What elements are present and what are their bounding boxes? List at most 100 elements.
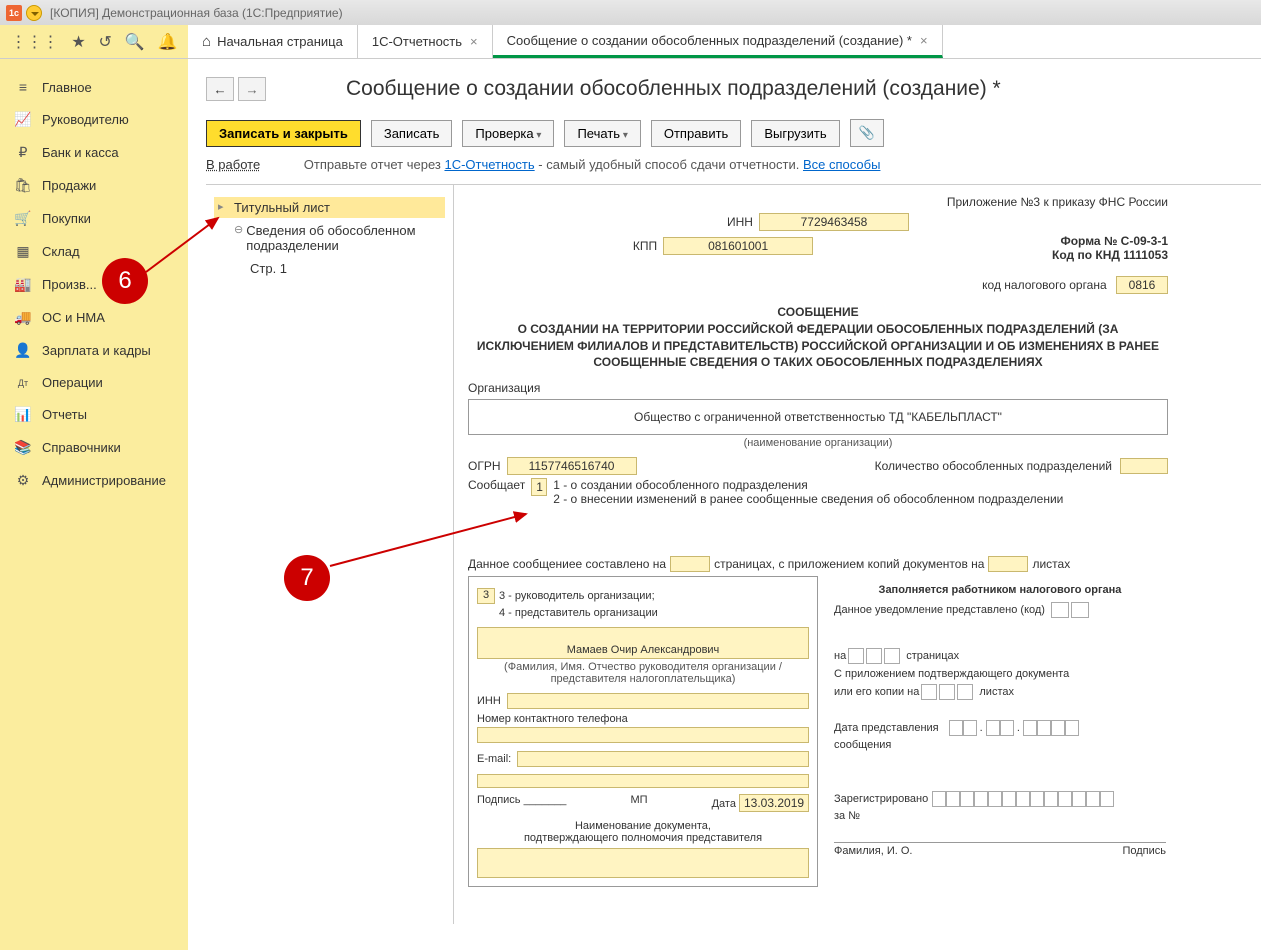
sidebar-item-production[interactable]: 🏭Произв...: [0, 268, 188, 301]
books-icon: 📚: [14, 439, 32, 456]
back-button[interactable]: ←: [206, 77, 234, 101]
bell-icon[interactable]: 🔔: [158, 32, 178, 52]
sidebar-item-manager[interactable]: 📈Руководителю: [0, 103, 188, 136]
bag-icon: 🛍: [14, 177, 32, 194]
collapse-icon[interactable]: ⊖: [234, 223, 244, 236]
soob-opt2: 2 - о внесении изменений в ранее сообщен…: [553, 492, 1063, 506]
tree-page-1[interactable]: Стр. 1: [246, 258, 445, 279]
chart-icon: 📈: [14, 111, 32, 128]
history-icon[interactable]: ↺: [99, 32, 112, 52]
work-area: ▸Титульный лист ⊖Сведения об обособленно…: [206, 184, 1261, 924]
phone-field[interactable]: [477, 727, 809, 743]
main-area: ← → Сообщение о создании обособленных по…: [188, 59, 1261, 950]
knd-code: Код по КНД 1111053: [978, 248, 1168, 262]
appendix-label: Приложение №3 к приказу ФНС России: [468, 195, 1168, 209]
menu-icon: ≡: [14, 79, 32, 95]
report-title: СООБЩЕНИЕ О СОЗДАНИИ НА ТЕРРИТОРИИ РОССИ…: [468, 304, 1168, 371]
tax-code-field[interactable]: 0816: [1116, 276, 1168, 294]
dropdown-icon[interactable]: [26, 5, 42, 21]
cart-icon: 🛒: [14, 210, 32, 227]
soob-label: Сообщает: [468, 478, 525, 492]
sidebar-item-assets[interactable]: 🚚ОС и НМА: [0, 301, 188, 334]
link-all-ways[interactable]: Все способы: [803, 157, 880, 172]
signer-block: 33 - руководитель организации; 4 - предс…: [468, 576, 818, 887]
count-field[interactable]: [1120, 458, 1168, 474]
print-button[interactable]: Печать: [564, 120, 640, 147]
search-icon[interactable]: 🔍: [125, 32, 145, 52]
ogrn-field[interactable]: 1157746516740: [507, 457, 637, 475]
tax-code-label: код налогового органа: [982, 278, 1107, 292]
app-logo-icon: 1c: [6, 5, 22, 21]
attach-button[interactable]: 📎: [850, 119, 884, 147]
pages-field[interactable]: [670, 556, 710, 572]
save-close-button[interactable]: Записать и закрыть: [206, 120, 361, 147]
inn-field[interactable]: 7729463458: [759, 213, 909, 231]
forward-button[interactable]: →: [238, 77, 266, 101]
tab-reporting[interactable]: 1С-Отчетность×: [358, 25, 493, 58]
tax-worker-block: Заполняется работником налогового органа…: [832, 576, 1168, 887]
fio-field[interactable]: Мамаев Очир Александрович: [477, 627, 809, 659]
factory-icon: 🏭: [14, 276, 32, 293]
sidebar-item-sales[interactable]: 🛍Продажи: [0, 169, 188, 202]
org-hint: (наименование организации): [468, 437, 1168, 449]
dtkt-icon: Дт: [14, 378, 32, 388]
ruble-icon: ₽: [14, 144, 32, 161]
nav-tree: ▸Титульный лист ⊖Сведения об обособленно…: [206, 185, 454, 924]
annotation-6: 6: [102, 258, 148, 304]
collapse-icon[interactable]: ▸: [218, 200, 232, 213]
sidebar-item-hr[interactable]: 👤Зарплата и кадры: [0, 334, 188, 367]
toolbar-icons: ⋮⋮⋮ ★ ↺ 🔍 🔔: [0, 25, 188, 58]
check-button[interactable]: Проверка: [462, 120, 554, 147]
form-area[interactable]: Приложение №3 к приказу ФНС России ИНН 7…: [454, 185, 1261, 924]
app-toolbar: ⋮⋮⋮ ★ ↺ 🔍 🔔 Начальная страница 1С-Отчетн…: [0, 25, 1261, 59]
org-name-field[interactable]: Общество с ограниченной ответственностью…: [468, 399, 1168, 435]
email-field[interactable]: [517, 751, 809, 767]
sidebar: ≡Главное 📈Руководителю ₽Банк и касса 🛍Пр…: [0, 59, 188, 950]
sidebar-item-warehouse[interactable]: ▦Склад: [0, 235, 188, 268]
kpp-field[interactable]: 081601001: [663, 237, 813, 255]
tabs-bar: Начальная страница 1С-Отчетность× Сообще…: [188, 25, 1261, 58]
soob-field[interactable]: 1: [531, 478, 547, 496]
close-icon[interactable]: ×: [470, 34, 478, 49]
sidebar-item-main[interactable]: ≡Главное: [0, 71, 188, 103]
status-label[interactable]: В работе: [206, 157, 260, 172]
status-line: В работе Отправьте отчет через 1С-Отчетн…: [206, 157, 1261, 172]
form-number: Форма № С-09-3-1: [978, 234, 1168, 248]
kpp-label: КПП: [633, 239, 657, 253]
close-icon[interactable]: ×: [920, 33, 928, 48]
truck-icon: 🚚: [14, 309, 32, 326]
link-1c-reporting[interactable]: 1С-Отчетность: [444, 157, 534, 172]
sidebar-item-catalogs[interactable]: 📚Справочники: [0, 431, 188, 464]
email-field-2[interactable]: [477, 774, 809, 788]
annotation-7: 7: [284, 555, 330, 601]
sidebar-item-reports[interactable]: 📊Отчеты: [0, 398, 188, 431]
export-button[interactable]: Выгрузить: [751, 120, 839, 147]
sidebar-item-operations[interactable]: ДтОперации: [0, 367, 188, 398]
bars-icon: 📊: [14, 406, 32, 423]
send-button[interactable]: Отправить: [651, 120, 741, 147]
window-title: [КОПИЯ] Демонстрационная база (1С:Предпр…: [50, 6, 343, 20]
sidebar-item-purchases[interactable]: 🛒Покупки: [0, 202, 188, 235]
ogrn-label: ОГРН: [468, 459, 501, 473]
gear-icon: ⚙: [14, 472, 32, 489]
window-titlebar: 1c [КОПИЯ] Демонстрационная база (1С:Пре…: [0, 0, 1261, 25]
tab-home[interactable]: Начальная страница: [188, 25, 358, 58]
sidebar-item-admin[interactable]: ⚙Администрирование: [0, 464, 188, 497]
doc-name-field[interactable]: [477, 848, 809, 878]
sign-date[interactable]: 13.03.2019: [739, 794, 809, 812]
signer-code[interactable]: 3: [477, 588, 495, 604]
nav-back-forward: ← →: [206, 77, 266, 101]
tree-title-page[interactable]: ▸Титульный лист: [214, 197, 445, 218]
tab-message[interactable]: Сообщение о создании обособленных подраз…: [493, 25, 943, 58]
tree-subdivision-info[interactable]: ⊖Сведения об обособленном подразделении: [230, 220, 445, 256]
person-icon: 👤: [14, 342, 32, 359]
page-title: Сообщение о создании обособленных подраз…: [206, 77, 1261, 101]
copies-field[interactable]: [988, 556, 1028, 572]
signer-inn[interactable]: [507, 693, 809, 709]
save-button[interactable]: Записать: [371, 120, 453, 147]
apps-icon[interactable]: ⋮⋮⋮: [10, 32, 58, 52]
org-label: Организация: [468, 381, 1168, 395]
sidebar-item-bank[interactable]: ₽Банк и касса: [0, 136, 188, 169]
star-icon[interactable]: ★: [71, 32, 85, 52]
action-bar: Записать и закрыть Записать Проверка Печ…: [206, 119, 1261, 147]
